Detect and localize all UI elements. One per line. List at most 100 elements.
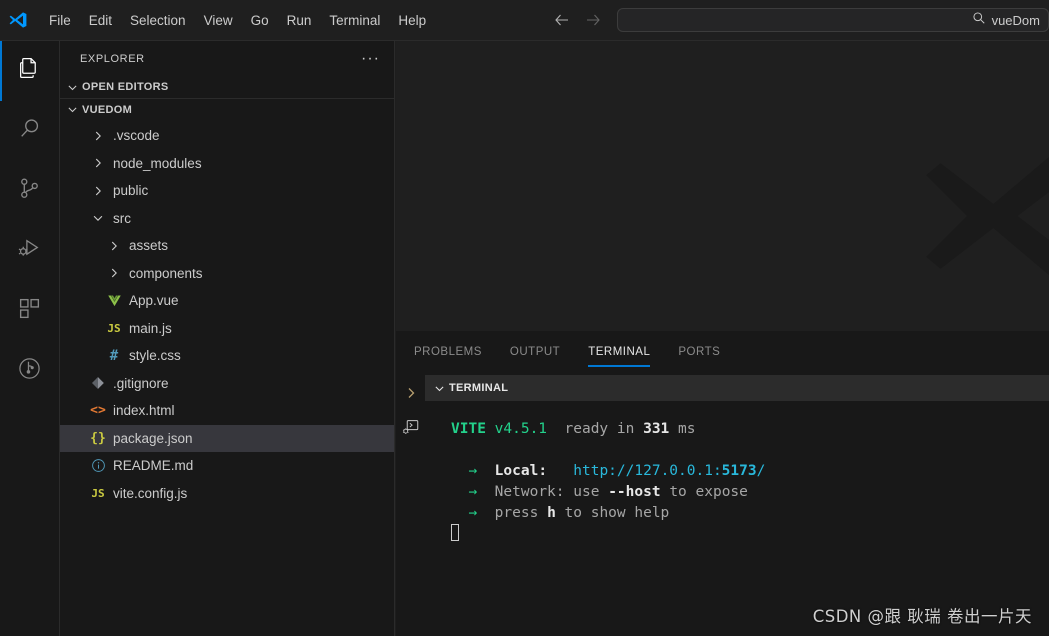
activity-explorer[interactable] <box>0 41 59 101</box>
tree-item-public[interactable]: public <box>60 177 394 205</box>
editor-area <box>396 41 1049 331</box>
explorer-sidebar: EXPLORER ··· OPEN EDITORS VUEDOM .vscode… <box>60 41 395 636</box>
menu-help[interactable]: Help <box>390 10 434 31</box>
sidebar-more-actions-icon[interactable]: ··· <box>355 51 386 67</box>
chevron-right-icon <box>88 183 108 199</box>
vscode-watermark-logo-icon <box>907 96 1049 331</box>
arrow-icon-help: → <box>468 505 477 521</box>
terminal-header-label: TERMINAL <box>449 382 508 394</box>
arrow-icon-local: → <box>468 463 477 479</box>
menu-go[interactable]: Go <box>243 10 277 31</box>
tree-item-node-modules[interactable]: node_modules <box>60 150 394 178</box>
network-flag: --host <box>608 484 660 500</box>
menu-run[interactable]: Run <box>279 10 320 31</box>
tree-item-components[interactable]: components <box>60 260 394 288</box>
chevron-right-icon[interactable] <box>401 383 421 403</box>
tree-item-label: index.html <box>113 403 175 418</box>
tree-item-label: components <box>129 266 203 281</box>
activity-extensions[interactable] <box>0 281 59 341</box>
tree-item-label: assets <box>129 238 168 253</box>
tree-item-label: node_modules <box>113 156 202 171</box>
files-icon <box>17 56 42 86</box>
section-vuedom[interactable]: VUEDOM <box>60 98 394 120</box>
menu-view[interactable]: View <box>196 10 241 31</box>
sidebar-title: EXPLORER <box>80 53 145 65</box>
help-key: h <box>547 505 556 521</box>
tree-item-label: App.vue <box>129 293 179 308</box>
tab-terminal[interactable]: TERMINAL <box>588 331 650 375</box>
terminal-cursor <box>451 524 459 541</box>
tree-item-readme-md[interactable]: README.md <box>60 452 394 480</box>
title-bar: File Edit Selection View Go Run Terminal… <box>0 0 1049 41</box>
command-center-value: vueDom <box>992 13 1040 28</box>
tab-problems[interactable]: PROBLEMS <box>414 331 482 375</box>
command-center[interactable]: vueDom <box>617 8 1049 32</box>
chevron-down-icon <box>64 79 80 95</box>
debug-console-icon[interactable] <box>401 417 421 437</box>
panel-tab-bar: PROBLEMS OUTPUT TERMINAL PORTS <box>396 331 1049 375</box>
local-url-prefix[interactable]: http://127.0.0.1: <box>573 463 721 479</box>
activity-search[interactable] <box>0 101 59 161</box>
css-file-icon: # <box>104 348 124 364</box>
network-text-2: to expose <box>669 484 748 500</box>
tree-item-label: src <box>113 211 131 226</box>
terminal-output[interactable]: VITE v4.5.1 ready in 331 ms → Local: htt… <box>425 401 1049 636</box>
tab-output[interactable]: OUTPUT <box>510 331 560 375</box>
help-text-1: press <box>495 505 539 521</box>
git-file-icon <box>88 375 108 391</box>
chevron-right-icon <box>88 128 108 144</box>
tree-item-package-json[interactable]: {}package.json <box>60 425 394 453</box>
chevron-right-icon <box>104 265 124 281</box>
activity-testing[interactable] <box>0 341 59 401</box>
vite-version: v4.5.1 <box>495 421 547 437</box>
network-label: Network: <box>495 484 565 500</box>
menu-terminal[interactable]: Terminal <box>321 10 388 31</box>
tree-item-vite-config-js[interactable]: JSvite.config.js <box>60 480 394 508</box>
tree-item-app-vue[interactable]: App.vue <box>60 287 394 315</box>
extensions-icon <box>17 296 42 326</box>
menu-bar: File Edit Selection View Go Run Terminal… <box>40 0 435 41</box>
run-debug-icon <box>17 236 42 266</box>
network-text-1: use <box>573 484 599 500</box>
tree-item-assets[interactable]: assets <box>60 232 394 260</box>
local-label: Local: <box>495 463 547 479</box>
vue-file-icon <box>104 293 124 309</box>
tree-item-label: vite.config.js <box>113 486 187 501</box>
tree-item-style-css[interactable]: # style.css <box>60 342 394 370</box>
terminal-header: TERMINAL <box>425 375 1049 401</box>
local-url-suffix[interactable]: / <box>757 463 766 479</box>
menu-file[interactable]: File <box>41 10 79 31</box>
source-control-icon <box>17 176 42 206</box>
menu-edit[interactable]: Edit <box>81 10 120 31</box>
tree-item-vscode[interactable]: .vscode <box>60 122 394 150</box>
chevron-down-icon <box>64 102 80 118</box>
go-forward-icon[interactable] <box>585 12 601 28</box>
bottom-panel: PROBLEMS OUTPUT TERMINAL PORTS <box>396 331 1049 636</box>
tree-item-label: style.css <box>129 348 181 363</box>
go-back-icon[interactable] <box>554 12 570 28</box>
ready-text: ready in <box>565 421 635 437</box>
arrow-icon-network: → <box>468 484 477 500</box>
menu-selection[interactable]: Selection <box>122 10 194 31</box>
tree-item-gitignore[interactable]: .gitignore <box>60 370 394 398</box>
vscode-logo-icon <box>0 0 36 41</box>
activity-bar <box>0 41 60 636</box>
local-url-port[interactable]: 5173 <box>722 463 757 479</box>
file-tree: .vscode node_modulespublic src assets compon… <box>60 120 394 507</box>
beaker-circle-icon <box>17 356 42 386</box>
chevron-down-icon[interactable] <box>431 380 447 396</box>
activity-run-and-debug[interactable] <box>0 221 59 281</box>
ms-unit: ms <box>678 421 695 437</box>
search-icon <box>17 116 42 146</box>
ready-ms: 331 <box>643 421 669 437</box>
tab-ports[interactable]: PORTS <box>678 331 720 375</box>
tree-item-src[interactable]: src <box>60 205 394 233</box>
tree-item-label: .vscode <box>113 128 160 143</box>
info-file-icon <box>88 458 108 474</box>
activity-source-control[interactable] <box>0 161 59 221</box>
help-text-2: to show help <box>565 505 670 521</box>
tree-item-main-js[interactable]: JSmain.js <box>60 315 394 343</box>
tree-item-index-html[interactable]: <> index.html <box>60 397 394 425</box>
section-open-editors[interactable]: OPEN EDITORS <box>60 76 394 98</box>
html-file-icon: <> <box>88 403 108 419</box>
